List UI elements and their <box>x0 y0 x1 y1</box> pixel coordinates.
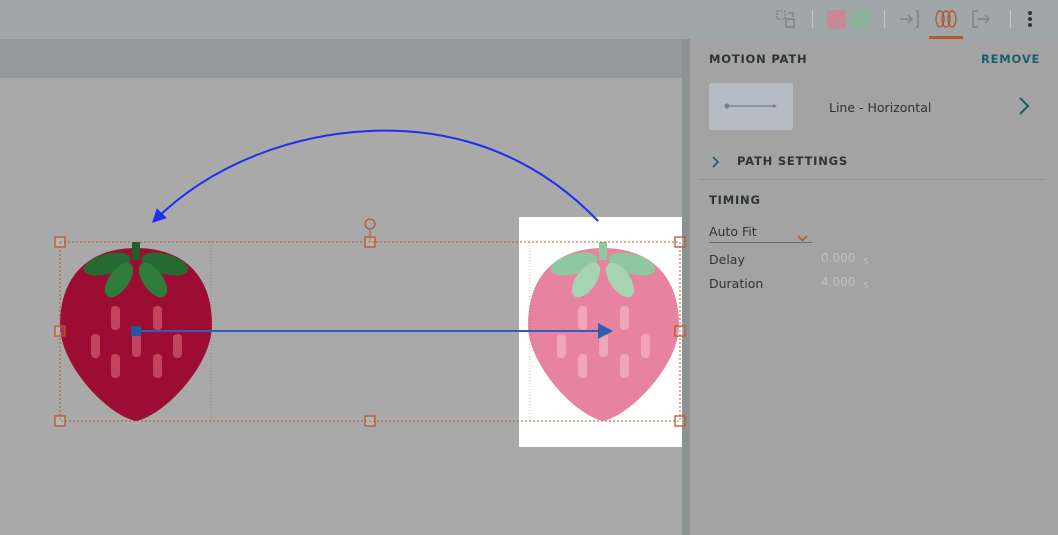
delay-unit: s <box>863 254 869 267</box>
duration-label: Duration <box>709 276 764 291</box>
stroke-color-swatch[interactable] <box>850 8 870 30</box>
chevron-down-icon <box>797 227 808 246</box>
duration-unit: s <box>863 278 869 291</box>
line-horizontal-icon <box>724 103 777 109</box>
timing-title: TIMING <box>709 193 761 207</box>
chevron-right-icon[interactable] <box>712 153 720 172</box>
resize-handle-top-right[interactable] <box>674 236 686 248</box>
motion-path-icon[interactable] <box>930 8 962 30</box>
resize-handle-left[interactable] <box>54 325 66 337</box>
exit-animation-icon[interactable] <box>969 8 993 30</box>
duration-input[interactable]: 4.000 <box>821 275 855 289</box>
section-divider <box>698 179 1046 180</box>
entrance-animation-icon[interactable] <box>897 8 921 30</box>
resize-handle-right[interactable] <box>674 325 686 337</box>
resize-handle-top[interactable] <box>364 236 376 248</box>
fit-mode-value: Auto Fit <box>709 224 757 239</box>
animation-stage <box>54 129 686 447</box>
resize-handle-bottom-right[interactable] <box>674 415 686 427</box>
delay-label: Delay <box>709 252 745 267</box>
fit-mode-select[interactable]: Auto Fit <box>709 222 812 243</box>
toolbar-separator <box>1010 10 1011 28</box>
resize-handle-top-left[interactable] <box>54 236 66 248</box>
more-options-icon[interactable] <box>1022 8 1038 30</box>
path-settings-toggle[interactable]: PATH SETTINGS <box>737 154 848 168</box>
chevron-right-icon[interactable] <box>1018 96 1030 120</box>
delay-input[interactable]: 0.000 <box>821 251 855 265</box>
path-type-name[interactable]: Line - Horizontal <box>829 100 931 115</box>
motion-path-title: MOTION PATH <box>709 52 808 66</box>
toolbar-separator <box>884 10 885 28</box>
rotate-handle[interactable] <box>364 218 376 230</box>
curved-arrow-annotation <box>152 129 599 223</box>
remove-button[interactable]: REMOVE <box>981 52 1040 66</box>
animation-panel: MOTION PATH REMOVE Line - Horizontal PAT… <box>690 39 1058 535</box>
resize-handle-bottom-left[interactable] <box>54 415 66 427</box>
arrange-icon[interactable] <box>774 8 798 30</box>
toolbar-separator <box>812 10 813 28</box>
resize-handle-bottom[interactable] <box>364 415 376 427</box>
fill-color-swatch[interactable] <box>826 8 846 30</box>
path-preview-thumbnail[interactable] <box>709 83 793 130</box>
